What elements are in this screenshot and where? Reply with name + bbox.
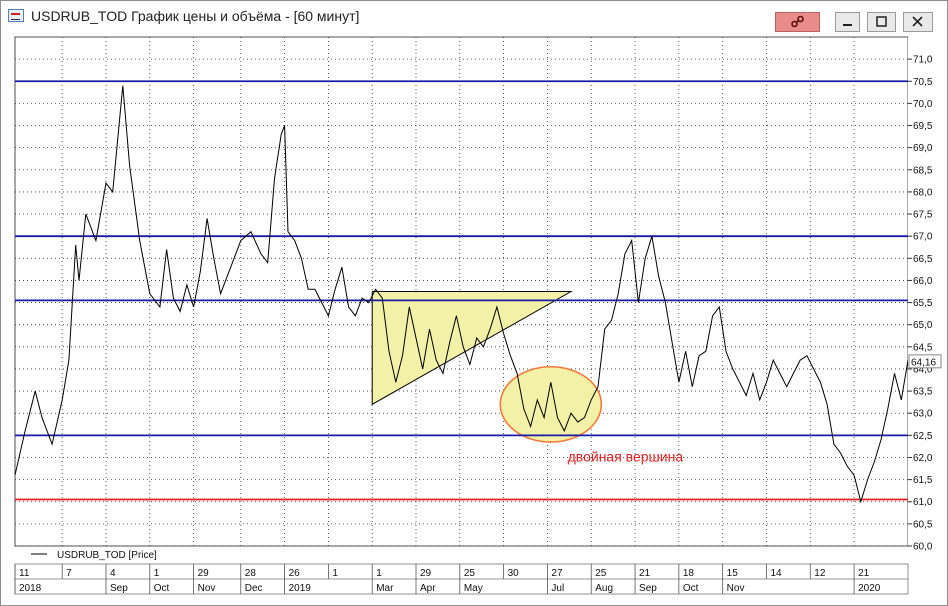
time-axis: 11 7 4 1 29 28 26 1 1 29 25 30 27 25 21 18 15 14 12 212018 S… (14, 563, 909, 595)
y-tick-label: 63,5 (913, 387, 933, 398)
x-tick-label-day: 18 (683, 568, 695, 579)
x-tick-label-month: Nov (727, 583, 745, 594)
x-tick-label-day: 26 (289, 568, 301, 579)
x-tick-label-day: 29 (198, 568, 210, 579)
price-axis-bg (908, 37, 938, 546)
x-tick-label-day: 27 (551, 568, 563, 579)
x-tick-label-month: 2019 (289, 583, 312, 594)
legend-label: USDRUB_TOD [Price] (57, 550, 157, 561)
x-tick-label-month: Sep (639, 583, 657, 594)
y-tick-label: 62,5 (913, 431, 933, 442)
x-tick-label-day: 15 (727, 568, 739, 579)
x-tick-label-month: 2020 (858, 583, 881, 594)
double-top-ellipse (499, 365, 603, 443)
y-tick-label: 69,0 (913, 143, 933, 154)
x-tick-label-month: Oct (154, 583, 170, 594)
y-tick-label: 70,5 (913, 77, 933, 88)
series-legend: USDRUB_TOD [Price] (31, 550, 157, 561)
x-tick-label-day: 25 (595, 568, 607, 579)
y-tick-label: 68,0 (913, 187, 933, 198)
y-tick-label: 63,0 (913, 409, 933, 420)
y-tick-label: 60,5 (913, 519, 933, 530)
x-tick-label-month: Dec (245, 583, 263, 594)
y-tick-label: 68,5 (913, 165, 933, 176)
y-tick-label: 62,0 (913, 453, 933, 464)
x-tick-label-day: 21 (639, 568, 651, 579)
y-tick-label: 71,0 (913, 55, 933, 66)
price-chart: двойная вершина 60,0 60,5 61,0 61,5 62,0 62,5… (14, 36, 942, 595)
x-tick-label-day: 4 (110, 568, 116, 579)
x-tick-label-day: 1 (154, 568, 160, 579)
y-tick-label: 61,0 (913, 497, 933, 508)
x-tick-label-day: 11 (19, 568, 30, 579)
x-tick-label-month: May (464, 583, 483, 594)
x-tick-label-month: Apr (420, 583, 436, 594)
annotation-labels: двойная вершина (568, 448, 684, 464)
y-tick-label: 64,5 (913, 342, 933, 353)
x-tick-label-month: Jul (551, 583, 564, 594)
y-tick-label: 61,5 (913, 475, 933, 486)
y-tick-label: 60,0 (913, 542, 933, 553)
x-tick-label-day: 12 (814, 568, 826, 579)
x-tick-label-month: Oct (683, 583, 699, 594)
x-tick-label-month: Mar (376, 583, 394, 594)
x-tick-label-day: 29 (420, 568, 432, 579)
y-tick-label: 67,0 (913, 232, 933, 243)
double-top-label: двойная вершина (568, 448, 684, 464)
x-tick-label-month: Sep (110, 583, 128, 594)
x-tick-label-day: 1 (332, 568, 338, 579)
x-tick-label-month: Nov (198, 583, 216, 594)
x-tick-label-month: 2018 (19, 583, 42, 594)
last-value-label: 64,16 (911, 357, 936, 368)
x-tick-label-day: 25 (464, 568, 476, 579)
x-tick-label-day: 14 (770, 568, 782, 579)
x-tick-label-day: 28 (245, 568, 257, 579)
x-tick-label-day: 30 (508, 568, 520, 579)
x-tick-label-month: Aug (595, 583, 613, 594)
y-tick-label: 66,5 (913, 254, 933, 265)
price-axis: 60,060,561,061,562,062,563,063,564,064,5… (908, 37, 942, 553)
y-tick-label: 69,5 (913, 121, 933, 132)
y-tick-label: 65,0 (913, 320, 933, 331)
x-tick-label-day: 1 (376, 568, 382, 579)
x-tick-label-day: 7 (66, 568, 72, 579)
y-tick-label: 67,5 (913, 210, 933, 221)
y-tick-label: 70,0 (913, 99, 933, 110)
x-tick-label-day: 21 (858, 568, 870, 579)
chart-window: USDRUB_TOD График цены и объёма - [60 ми… (0, 0, 948, 606)
y-tick-label: 65,5 (913, 298, 933, 309)
y-tick-label: 66,0 (913, 276, 933, 287)
